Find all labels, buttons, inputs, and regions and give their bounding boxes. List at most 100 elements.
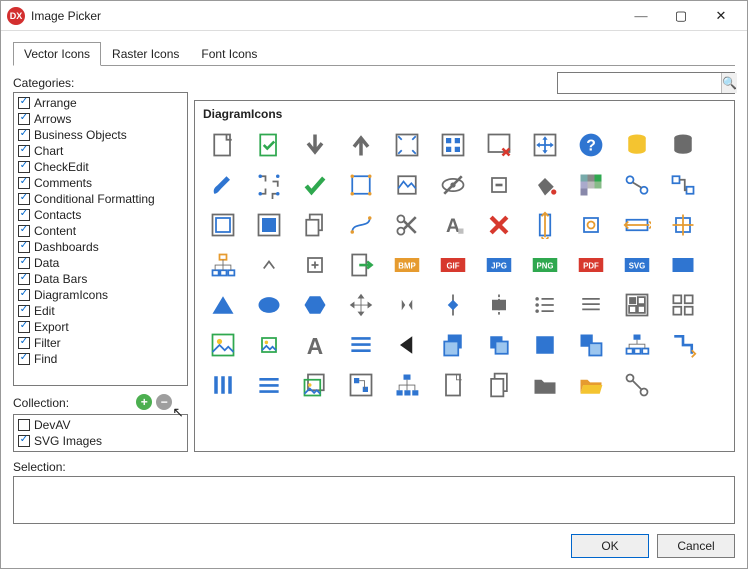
bars-horizontal-icon[interactable] (249, 367, 289, 403)
flip-h-icon[interactable] (387, 287, 427, 323)
color-palette-icon[interactable] (571, 167, 611, 203)
folder-closed-icon[interactable] (525, 367, 565, 403)
category-item[interactable]: Dashboards (16, 239, 185, 255)
remove-collection-button[interactable]: − (156, 394, 172, 410)
search-input[interactable] (558, 73, 721, 93)
resize-h-icon[interactable] (617, 207, 657, 243)
sheets-stack-icon[interactable] (433, 327, 473, 363)
search-button[interactable]: 🔍 (721, 73, 737, 93)
document-check-icon[interactable] (249, 127, 289, 163)
categories-list[interactable]: ArrangeArrowsBusiness ObjectsChartCheckE… (13, 92, 188, 386)
frame-fill-icon[interactable] (249, 207, 289, 243)
checkbox-icon[interactable] (18, 337, 30, 349)
checkbox-icon[interactable] (18, 145, 30, 157)
checkbox-icon[interactable] (18, 161, 30, 173)
square-group-icon[interactable] (571, 327, 611, 363)
minimize-button[interactable]: — (621, 2, 661, 30)
path-curve-icon[interactable] (341, 207, 381, 243)
collection-item[interactable]: SVG Images (16, 433, 185, 449)
guide-v-icon[interactable] (433, 287, 473, 323)
icon-panel[interactable]: DiagramIcons ?ABMPGIFJPGPNGPDFSVGA (194, 100, 735, 452)
close-x-icon[interactable] (479, 207, 519, 243)
org-chart-icon[interactable] (617, 327, 657, 363)
category-item[interactable]: Comments (16, 175, 185, 191)
category-item[interactable]: Content (16, 223, 185, 239)
checkbox-icon[interactable] (18, 257, 30, 269)
nodes-linked-icon[interactable] (617, 167, 657, 203)
checkbox-icon[interactable] (18, 321, 30, 333)
layout-grid-icon[interactable] (433, 127, 473, 163)
tab-raster-icons[interactable]: Raster Icons (101, 42, 190, 66)
checkbox-icon[interactable] (18, 225, 30, 237)
checkbox-icon[interactable] (18, 353, 30, 365)
checkbox-icon[interactable] (18, 419, 30, 431)
blank-icon[interactable] (663, 367, 703, 403)
folder-open-icon[interactable] (571, 367, 611, 403)
canvas-nodes-icon[interactable] (341, 367, 381, 403)
arrow-down-icon[interactable] (295, 127, 335, 163)
resize-all-icon[interactable] (663, 207, 703, 243)
category-item[interactable]: Conditional Formatting (16, 191, 185, 207)
category-item[interactable]: DiagramIcons (16, 287, 185, 303)
checkbox-icon[interactable] (18, 129, 30, 141)
square-fill-icon[interactable] (525, 327, 565, 363)
scissors-icon[interactable] (387, 207, 427, 243)
add-collection-button[interactable]: + (136, 394, 152, 410)
text-a-icon[interactable]: A (433, 207, 473, 243)
fit-page-icon[interactable] (387, 127, 427, 163)
hidden-eye-icon[interactable] (433, 167, 473, 203)
category-item[interactable]: Arrows (16, 111, 185, 127)
tab-left-icon[interactable] (387, 327, 427, 363)
fit-remove-icon[interactable] (479, 127, 519, 163)
cancel-button[interactable]: Cancel (657, 534, 735, 558)
collection-item[interactable]: DevAV (16, 417, 185, 433)
list-bullets-icon[interactable] (525, 287, 565, 323)
checkbox-icon[interactable] (18, 177, 30, 189)
category-item[interactable]: CheckEdit (16, 159, 185, 175)
connector-dots-icon[interactable] (249, 167, 289, 203)
document-blank-icon[interactable] (203, 127, 243, 163)
resize-v-icon[interactable] (525, 207, 565, 243)
sheets-two-icon[interactable] (479, 327, 519, 363)
checkbox-icon[interactable] (18, 289, 30, 301)
hexagon-icon[interactable] (295, 287, 335, 323)
frame-empty-icon[interactable] (203, 207, 243, 243)
checkbox-icon[interactable] (18, 209, 30, 221)
filetype-png-icon[interactable]: PNG (525, 247, 565, 283)
category-item[interactable]: Contacts (16, 207, 185, 223)
caret-up-icon[interactable] (249, 247, 289, 283)
filetype-bmp-icon[interactable]: BMP (387, 247, 427, 283)
resize-center-icon[interactable] (571, 207, 611, 243)
category-item[interactable]: Export (16, 319, 185, 335)
checkbox-icon[interactable] (18, 241, 30, 253)
tree-nodes-icon[interactable] (203, 247, 243, 283)
tab-vector-icons[interactable]: Vector Icons (13, 42, 101, 66)
arrow-up-icon[interactable] (341, 127, 381, 163)
category-item[interactable]: Data Bars (16, 271, 185, 287)
list-lines-icon[interactable] (571, 287, 611, 323)
paint-bucket-icon[interactable] (525, 167, 565, 203)
category-item[interactable]: Data (16, 255, 185, 271)
category-item[interactable]: Filter (16, 335, 185, 351)
ok-button[interactable]: OK (571, 534, 649, 558)
connector-2-icon[interactable] (617, 367, 657, 403)
fit-all-icon[interactable] (525, 127, 565, 163)
checkbox-icon[interactable] (18, 273, 30, 285)
bars-vertical-icon[interactable] (203, 367, 243, 403)
category-item[interactable]: Edit (16, 303, 185, 319)
image-sheets-icon[interactable] (295, 367, 335, 403)
minus-box-icon[interactable] (479, 167, 519, 203)
collections-list[interactable]: DevAVSVG Images (13, 414, 188, 452)
filetype-svg-icon[interactable]: SVG (617, 247, 657, 283)
checkbox-icon[interactable] (18, 305, 30, 317)
page-stack-icon[interactable] (479, 367, 519, 403)
copy-pages-icon[interactable] (295, 207, 335, 243)
filetype-gif-icon[interactable]: GIF (433, 247, 473, 283)
tree-blue-icon[interactable] (387, 367, 427, 403)
triangle-icon[interactable] (203, 287, 243, 323)
checkbox-icon[interactable] (18, 193, 30, 205)
database-gray-icon[interactable] (663, 127, 703, 163)
text-large-a-icon[interactable]: A (295, 327, 335, 363)
help-circle-icon[interactable]: ? (571, 127, 611, 163)
tab-font-icons[interactable]: Font Icons (190, 42, 268, 66)
